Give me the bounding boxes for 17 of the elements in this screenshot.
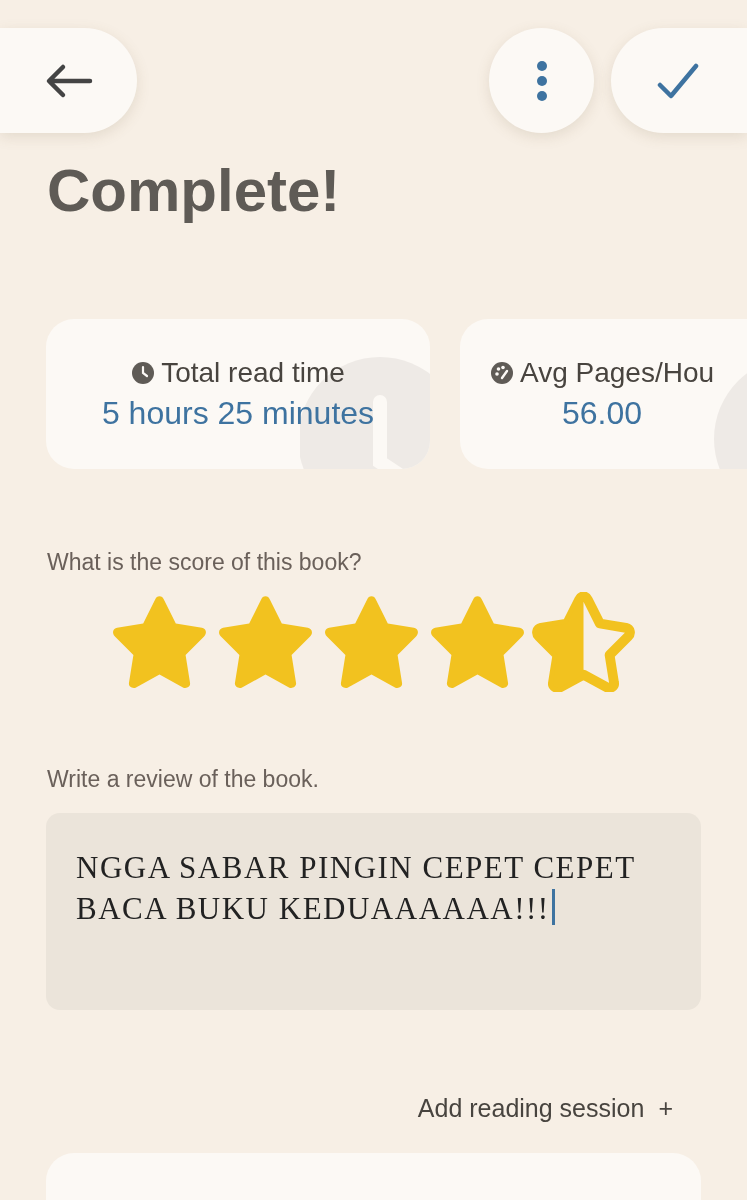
back-button[interactable]	[0, 28, 137, 133]
star-icon[interactable]	[531, 592, 636, 692]
stat-label: Total read time	[161, 356, 345, 389]
stat-value: 56.00	[561, 394, 643, 432]
add-session-button[interactable]: Add reading session +	[417, 1094, 673, 1123]
more-icon	[535, 59, 548, 102]
review-field[interactable]: NGGA SABAR PINGIN CEPET CEPET BACA BUKU KEDUAAAAAA!!!	[46, 813, 701, 1010]
confirm-button[interactable]	[611, 28, 747, 133]
stat-label: Avg Pages/Hou	[519, 356, 715, 389]
text-cursor	[551, 889, 555, 925]
checkmark-icon	[657, 62, 699, 99]
page-title: Complete!	[47, 156, 341, 226]
stat-value: 5 hours 25 minutes	[101, 394, 375, 432]
rating-prompt: What is the score of this book?	[47, 549, 362, 576]
clock-icon	[131, 360, 156, 385]
review-prompt: Write a review of the book.	[47, 766, 319, 793]
back-arrow-icon	[44, 62, 93, 99]
